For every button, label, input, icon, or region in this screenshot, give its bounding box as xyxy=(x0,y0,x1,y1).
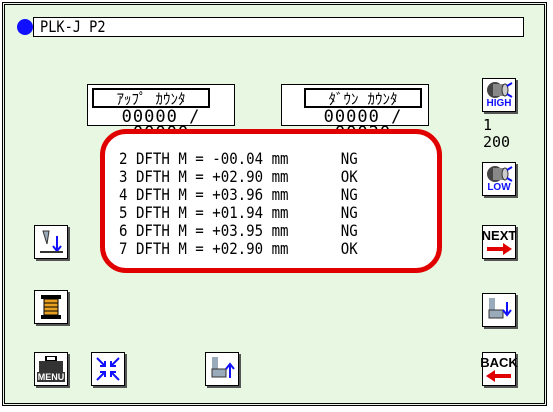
needle-down-button[interactable] xyxy=(34,225,68,259)
result-status: NG xyxy=(340,221,358,240)
thread-spool-icon xyxy=(41,295,61,319)
title-bar: PLK-J P2 xyxy=(33,17,524,37)
speed-step: 1 xyxy=(483,116,493,134)
bobbin-icon xyxy=(487,166,513,182)
up-counter-label: ｱｯﾌﾟ ｶｳﾝﾀ xyxy=(92,88,210,108)
presser-foot-up-icon xyxy=(211,357,235,378)
result-status: NG xyxy=(340,203,358,222)
down-counter-label: ﾀﾞｳﾝ ｶｳﾝﾀ xyxy=(304,88,422,108)
result-status: OK xyxy=(340,167,358,186)
result-status: NG xyxy=(340,149,358,168)
speed-value: 200 xyxy=(483,133,511,151)
result-row: 3 DFTH M = +02.90 mm OK xyxy=(119,167,358,186)
zoom-fit-button[interactable] xyxy=(91,352,125,386)
needle-down-side-button[interactable] xyxy=(482,293,516,327)
result-row: 4 DFTH M = +03.96 mm NG xyxy=(119,185,358,204)
back-button[interactable]: BACK xyxy=(480,352,518,386)
bobbin-icon xyxy=(487,82,513,98)
speed-high-button[interactable]: HIGH xyxy=(482,78,516,112)
result-text: 7 DFTH M = +02.90 mm xyxy=(119,239,289,258)
needle-down-icon xyxy=(40,230,63,253)
next-label: NEXT xyxy=(481,228,517,243)
result-text: 5 DFTH M = +01.94 mm xyxy=(119,203,289,222)
speed-high-label: HIGH xyxy=(486,98,512,109)
presser-up-button[interactable] xyxy=(205,352,239,386)
toolbox-icon xyxy=(39,356,63,372)
result-status: OK xyxy=(340,239,358,258)
back-label: BACK xyxy=(480,355,518,370)
presser-foot-down-icon xyxy=(488,298,512,319)
speed-low-button[interactable]: LOW xyxy=(482,162,516,196)
arrow-left-icon xyxy=(486,370,511,382)
down-counter: ﾀﾞｳﾝ ｶｳﾝﾀ 00000 / 00020 xyxy=(281,84,429,142)
menu-label: MENU xyxy=(37,372,65,382)
result-text: 4 DFTH M = +03.96 mm xyxy=(119,185,289,204)
result-text: 6 DFTH M = +03.95 mm xyxy=(119,221,289,240)
status-indicator xyxy=(17,19,33,35)
result-text: 3 DFTH M = +02.90 mm xyxy=(119,167,289,186)
speed-low-label: LOW xyxy=(487,182,511,193)
page-title: PLK-J P2 xyxy=(40,17,106,36)
thread-button[interactable] xyxy=(34,290,68,324)
result-text: 2 DFTH M = -00.04 mm xyxy=(119,149,289,168)
result-row: 2 DFTH M = -00.04 mm NG xyxy=(119,149,358,168)
up-counter: ｱｯﾌﾟ ｶｳﾝﾀ 00000 / 00000 xyxy=(87,84,235,142)
result-row: 5 DFTH M = +01.94 mm NG xyxy=(119,203,358,222)
result-status: NG xyxy=(340,185,358,204)
menu-button[interactable]: MENU xyxy=(34,352,68,386)
results-panel: 2 DFTH M = -00.04 mm NG 3 DFTH M = +02.90… xyxy=(100,129,442,273)
next-button[interactable]: NEXT xyxy=(482,225,516,259)
result-row: 7 DFTH M = +02.90 mm OK xyxy=(119,239,358,258)
result-row: 6 DFTH M = +03.95 mm NG xyxy=(119,221,358,240)
shrink-arrows-icon xyxy=(96,357,120,381)
arrow-right-icon xyxy=(487,243,512,255)
